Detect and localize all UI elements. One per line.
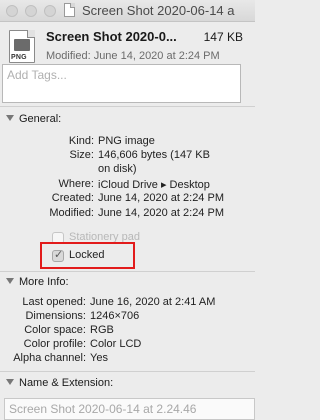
file-name: Screen Shot 2020-0... <box>46 29 177 44</box>
document-icon <box>64 3 75 17</box>
info-row-last-opened: Last opened: June 16, 2020 at 2:41 AM <box>0 296 255 310</box>
locked-label: Locked <box>69 249 105 261</box>
tags-field[interactable] <box>2 64 241 103</box>
info-value: RGB <box>90 324 114 336</box>
disclosure-triangle-icon[interactable] <box>6 379 14 385</box>
disclosure-triangle-icon[interactable] <box>6 278 14 284</box>
divider <box>0 371 255 372</box>
info-row-dimensions: Dimensions: 1246×706 <box>0 310 255 324</box>
section-name-extension-toggle[interactable]: Name & Extension: <box>6 377 113 389</box>
info-row-kind: Kind: PNG image <box>0 135 255 149</box>
info-value: Color LCD <box>90 338 142 350</box>
info-label: Color space: <box>24 324 86 336</box>
info-row-color-profile: Color profile: Color LCD <box>0 338 255 352</box>
png-file-icon: PNG <box>9 30 35 63</box>
info-row-modified: Modified: June 14, 2020 at 2:24 PM <box>0 207 255 221</box>
title-bar: Screen Shot 2020-06-14 a <box>0 0 255 22</box>
file-type-badge: PNG <box>11 54 27 61</box>
info-label: Last opened: <box>22 296 86 308</box>
info-row-color-space: Color space: RGB <box>0 324 255 338</box>
section-more-info-toggle[interactable]: More Info: <box>6 276 69 288</box>
info-value: Yes <box>90 352 108 364</box>
info-value: on disk) <box>98 163 137 175</box>
divider <box>0 106 255 107</box>
section-more-info-title: More Info: <box>19 276 69 288</box>
disclosure-triangle-icon[interactable] <box>6 115 14 121</box>
section-general-toggle[interactable]: General: <box>6 113 61 125</box>
info-value: PNG image <box>98 135 155 147</box>
window-title: Screen Shot 2020-06-14 a <box>82 3 235 18</box>
info-label: Where: <box>58 178 94 190</box>
tags-input[interactable] <box>3 65 240 85</box>
close-button[interactable] <box>6 5 18 17</box>
info-value: 146,606 bytes (147 KB <box>98 149 210 161</box>
info-value: June 14, 2020 at 2:24 PM <box>98 207 224 219</box>
locked-checkbox[interactable] <box>52 248 64 262</box>
info-label: Modified: <box>49 207 94 219</box>
info-row-size: Size: 146,606 bytes (147 KB <box>0 149 255 163</box>
section-name-extension-title: Name & Extension: <box>19 377 114 389</box>
info-value: June 16, 2020 at 2:41 AM <box>90 296 216 308</box>
info-label: Kind: <box>68 135 94 147</box>
file-modified: Modified: June 14, 2020 at 2:24 PM <box>46 50 220 62</box>
section-general-title: General: <box>19 113 62 125</box>
info-row-where: Where: iCloud Drive ▸ Desktop <box>0 178 255 192</box>
info-value: iCloud Drive ▸ Desktop <box>98 179 210 191</box>
info-label: Alpha channel: <box>13 352 86 364</box>
info-label: Color profile: <box>23 338 86 350</box>
minimize-button[interactable] <box>25 5 37 17</box>
info-row-alpha-channel: Alpha channel: Yes <box>0 352 255 366</box>
info-label: Dimensions: <box>25 310 86 322</box>
info-row-created: Created: June 14, 2020 at 2:24 PM <box>0 192 255 206</box>
info-value: 1246×706 <box>90 310 140 322</box>
name-extension-input[interactable] <box>5 399 254 419</box>
info-value: June 14, 2020 at 2:24 PM <box>98 192 224 204</box>
zoom-button[interactable] <box>44 5 56 17</box>
info-row-size-cont: on disk) <box>0 163 255 177</box>
info-label: Size: <box>69 149 94 161</box>
divider <box>0 271 255 272</box>
file-size: 147 KB <box>203 30 243 44</box>
info-label: Created: <box>51 192 94 204</box>
scrollbar[interactable] <box>251 22 255 420</box>
name-extension-field[interactable] <box>4 398 255 420</box>
